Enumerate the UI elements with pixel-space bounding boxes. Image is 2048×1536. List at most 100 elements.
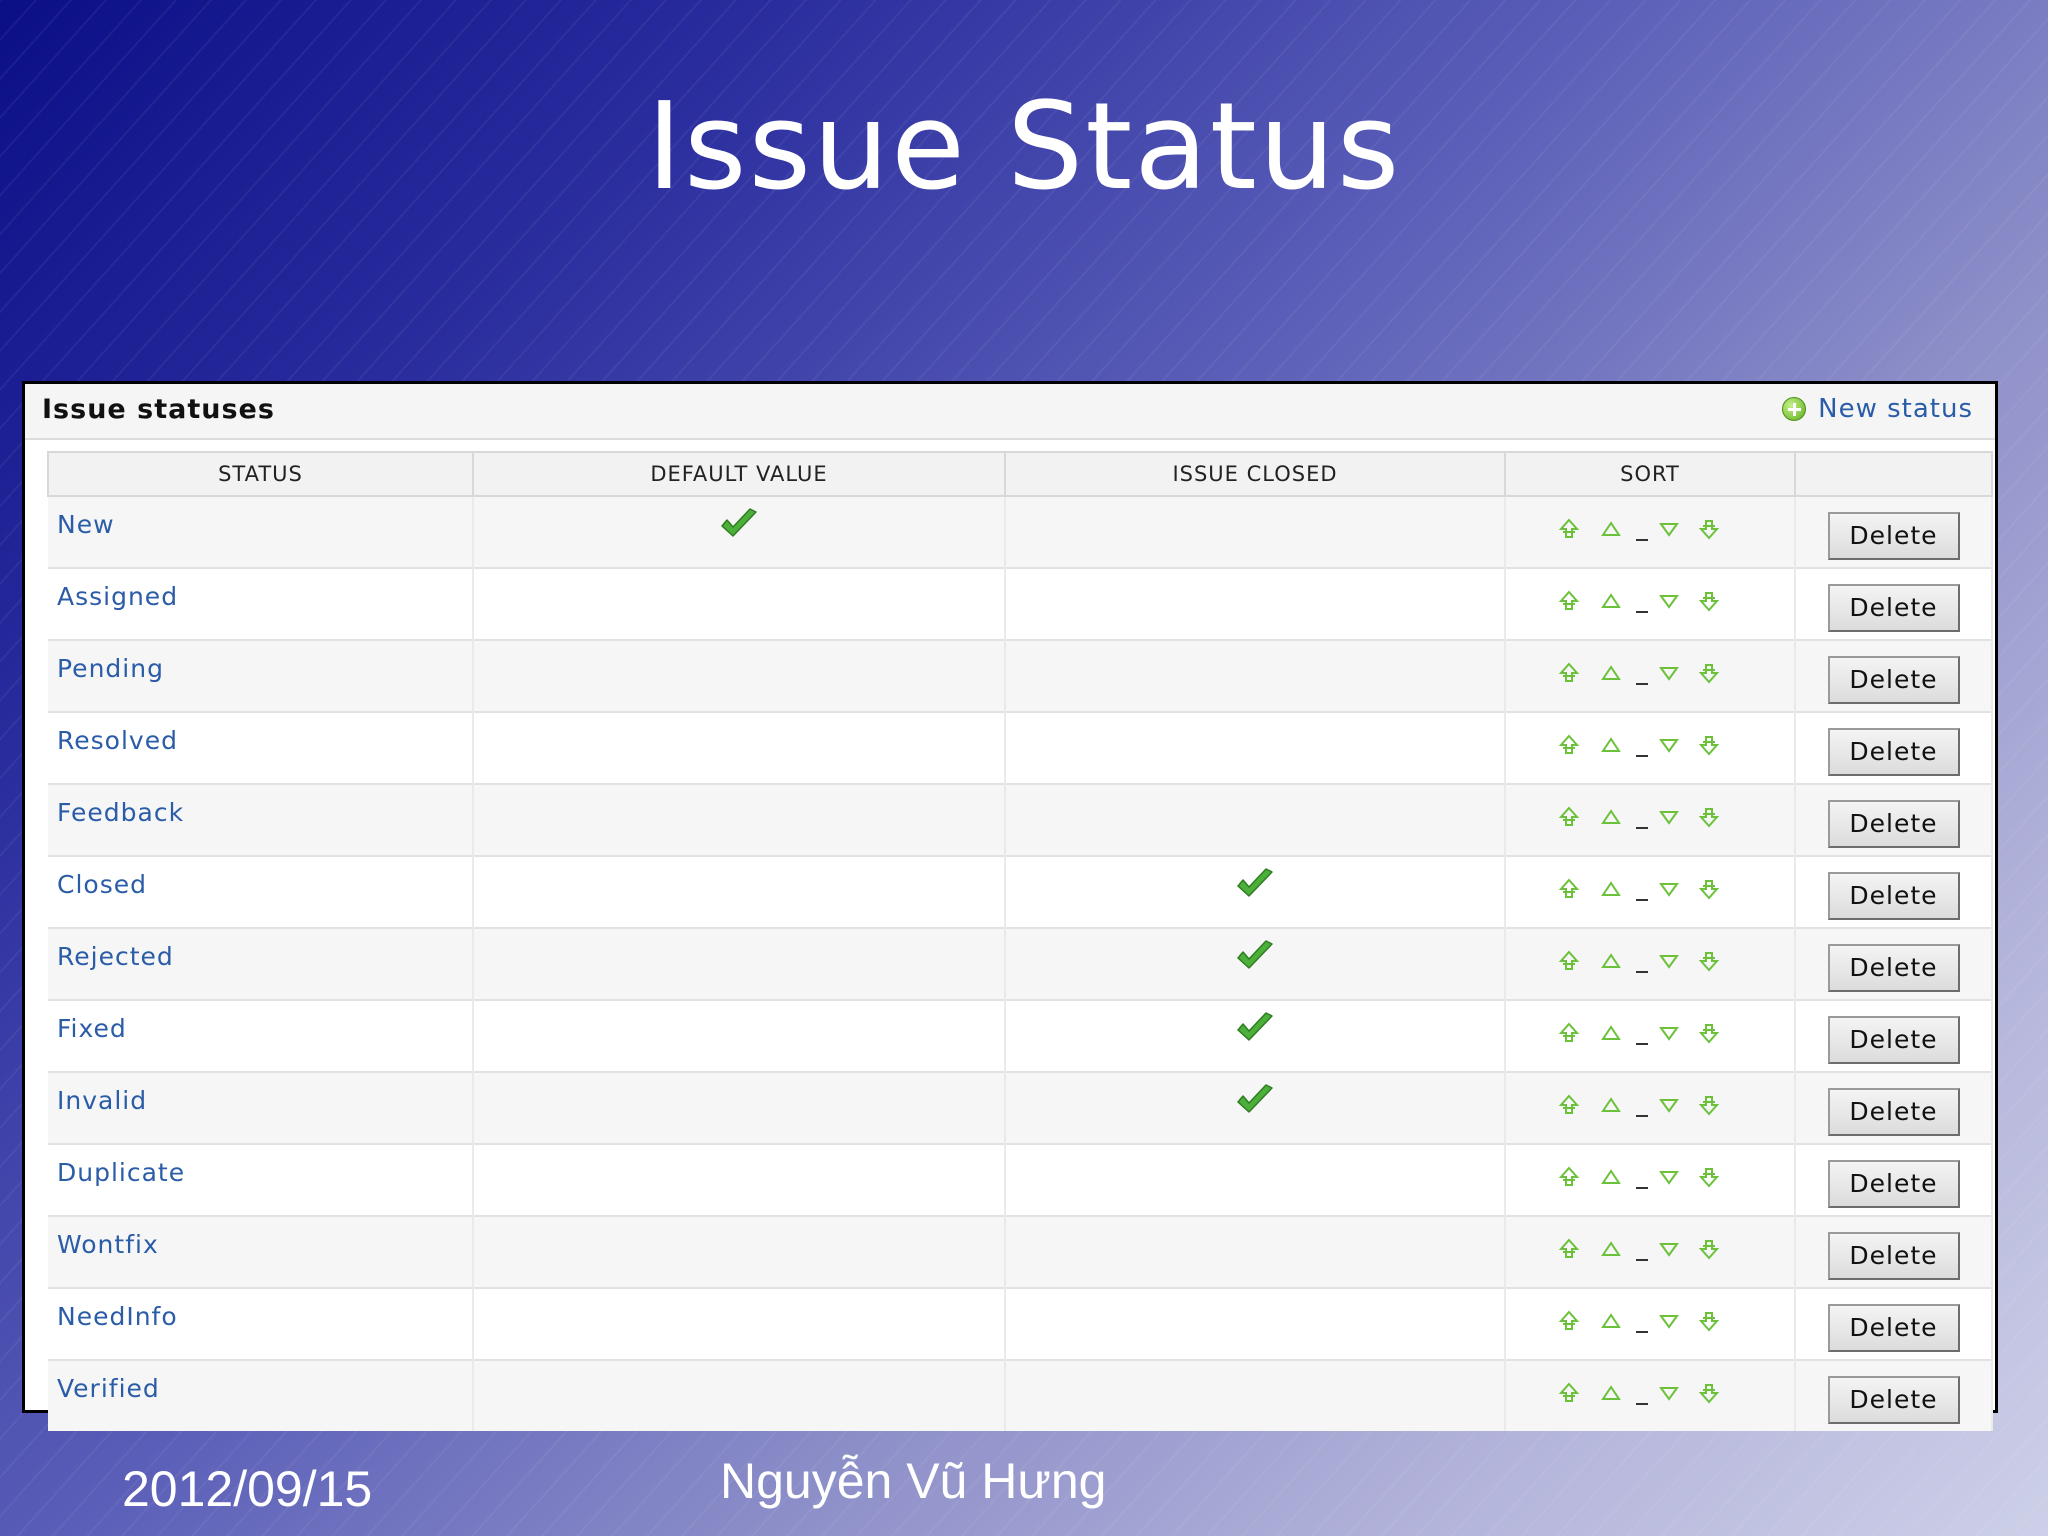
column-header-status: STATUS <box>47 451 474 497</box>
move-bottom-icon[interactable] <box>1698 518 1720 540</box>
sort-separator <box>1636 1043 1648 1045</box>
move-bottom-icon[interactable] <box>1698 662 1720 684</box>
status-link[interactable]: Duplicate <box>48 1158 472 1187</box>
default-value-cell <box>473 711 1006 784</box>
issue-closed-cell <box>1005 1215 1506 1288</box>
status-link[interactable]: Wontfix <box>48 1230 472 1259</box>
move-top-icon[interactable] <box>1558 1022 1580 1044</box>
status-link[interactable]: Feedback <box>48 798 472 827</box>
move-top-icon[interactable] <box>1558 590 1580 612</box>
move-up-icon[interactable] <box>1600 734 1622 756</box>
move-bottom-icon[interactable] <box>1698 1166 1720 1188</box>
move-bottom-icon[interactable] <box>1698 734 1720 756</box>
delete-button[interactable]: Delete <box>1827 512 1960 560</box>
move-top-icon[interactable] <box>1558 878 1580 900</box>
sort-cell <box>1505 1287 1796 1360</box>
delete-button[interactable]: Delete <box>1827 944 1960 992</box>
move-down-icon[interactable] <box>1658 590 1680 612</box>
move-up-icon[interactable] <box>1600 1166 1622 1188</box>
status-link[interactable]: NeedInfo <box>48 1302 472 1331</box>
actions-cell: Delete <box>1795 639 1993 712</box>
move-up-icon[interactable] <box>1600 590 1622 612</box>
move-up-icon[interactable] <box>1600 950 1622 972</box>
sort-cell <box>1505 999 1796 1072</box>
status-link[interactable]: Resolved <box>48 726 472 755</box>
actions-cell: Delete <box>1795 999 1993 1072</box>
move-top-icon[interactable] <box>1558 1310 1580 1332</box>
footer-author: Nguyễn Vũ Hưng <box>720 1453 1107 1509</box>
move-top-icon[interactable] <box>1558 1238 1580 1260</box>
move-down-icon[interactable] <box>1658 1166 1680 1188</box>
status-link[interactable]: Invalid <box>48 1086 472 1115</box>
move-bottom-icon[interactable] <box>1698 806 1720 828</box>
delete-button[interactable]: Delete <box>1827 1088 1960 1136</box>
move-down-icon[interactable] <box>1658 878 1680 900</box>
move-up-icon[interactable] <box>1600 1238 1622 1260</box>
move-top-icon[interactable] <box>1558 1382 1580 1404</box>
move-bottom-icon[interactable] <box>1698 1022 1720 1044</box>
new-status-link[interactable]: New status <box>1782 394 1973 424</box>
move-top-icon[interactable] <box>1558 1166 1580 1188</box>
move-down-icon[interactable] <box>1658 950 1680 972</box>
delete-button[interactable]: Delete <box>1827 1016 1960 1064</box>
sort-separator <box>1636 899 1648 901</box>
move-up-icon[interactable] <box>1600 518 1622 540</box>
table-row: NeedInfo Delete <box>48 1287 1993 1360</box>
delete-button[interactable]: Delete <box>1827 1304 1960 1352</box>
move-top-icon[interactable] <box>1558 950 1580 972</box>
move-down-icon[interactable] <box>1658 1382 1680 1404</box>
status-link[interactable]: Rejected <box>48 942 472 971</box>
status-link[interactable]: Verified <box>48 1374 472 1403</box>
move-down-icon[interactable] <box>1658 1238 1680 1260</box>
status-link[interactable]: Assigned <box>48 582 472 611</box>
status-link[interactable]: New <box>48 510 472 539</box>
delete-button[interactable]: Delete <box>1827 1160 1960 1208</box>
move-up-icon[interactable] <box>1600 662 1622 684</box>
sort-controls <box>1558 733 1720 757</box>
status-name-cell: Pending <box>48 639 474 712</box>
move-bottom-icon[interactable] <box>1698 878 1720 900</box>
move-up-icon[interactable] <box>1600 878 1622 900</box>
move-bottom-icon[interactable] <box>1698 1238 1720 1260</box>
delete-button[interactable]: Delete <box>1827 800 1960 848</box>
move-top-icon[interactable] <box>1558 662 1580 684</box>
move-down-icon[interactable] <box>1658 734 1680 756</box>
move-top-icon[interactable] <box>1558 518 1580 540</box>
sort-controls <box>1558 1021 1720 1045</box>
move-down-icon[interactable] <box>1658 1310 1680 1332</box>
move-bottom-icon[interactable] <box>1698 1094 1720 1116</box>
move-bottom-icon[interactable] <box>1698 1310 1720 1332</box>
actions-cell: Delete <box>1795 1287 1993 1360</box>
delete-button[interactable]: Delete <box>1827 584 1960 632</box>
delete-button[interactable]: Delete <box>1827 728 1960 776</box>
move-up-icon[interactable] <box>1600 1310 1622 1332</box>
status-link[interactable]: Pending <box>48 654 472 683</box>
status-name-cell: Wontfix <box>48 1215 474 1288</box>
sort-controls <box>1558 1309 1720 1333</box>
move-top-icon[interactable] <box>1558 806 1580 828</box>
delete-button[interactable]: Delete <box>1827 656 1960 704</box>
delete-button[interactable]: Delete <box>1827 1376 1960 1424</box>
status-name-cell: Invalid <box>48 1071 474 1144</box>
move-down-icon[interactable] <box>1658 518 1680 540</box>
move-up-icon[interactable] <box>1600 806 1622 828</box>
status-link[interactable]: Fixed <box>48 1014 472 1043</box>
move-down-icon[interactable] <box>1658 806 1680 828</box>
move-top-icon[interactable] <box>1558 1094 1580 1116</box>
status-link[interactable]: Closed <box>48 870 472 899</box>
delete-button[interactable]: Delete <box>1827 1232 1960 1280</box>
move-top-icon[interactable] <box>1558 734 1580 756</box>
move-bottom-icon[interactable] <box>1698 950 1720 972</box>
move-up-icon[interactable] <box>1600 1094 1622 1116</box>
move-up-icon[interactable] <box>1600 1382 1622 1404</box>
move-bottom-icon[interactable] <box>1698 590 1720 612</box>
move-bottom-icon[interactable] <box>1698 1382 1720 1404</box>
delete-button[interactable]: Delete <box>1827 872 1960 920</box>
sort-controls <box>1558 589 1720 613</box>
move-down-icon[interactable] <box>1658 1094 1680 1116</box>
checkmark-icon <box>1235 939 1275 973</box>
actions-cell: Delete <box>1795 1215 1993 1288</box>
move-up-icon[interactable] <box>1600 1022 1622 1044</box>
move-down-icon[interactable] <box>1658 1022 1680 1044</box>
move-down-icon[interactable] <box>1658 662 1680 684</box>
